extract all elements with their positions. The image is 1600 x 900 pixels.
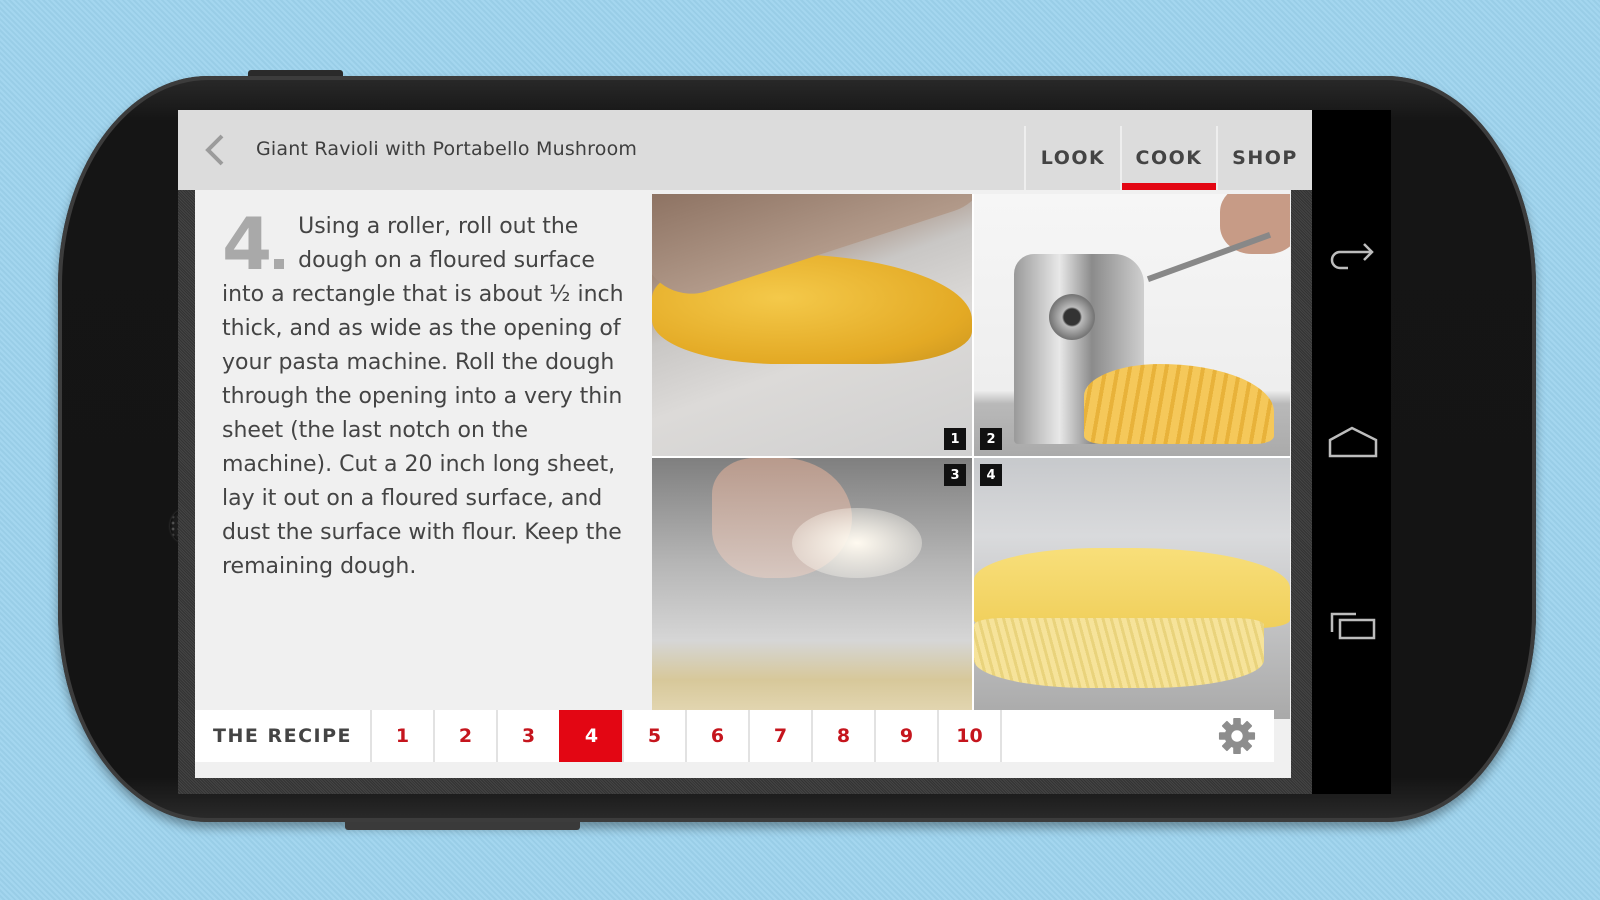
photo-grid: 1 2 3 4 xyxy=(652,194,1290,719)
step-button-1[interactable]: 1 xyxy=(370,710,433,762)
step-button-4[interactable]: 4 xyxy=(559,710,622,762)
step-instructions: 4 Using a roller, roll out the dough on … xyxy=(222,208,632,584)
photo-badge-3: 3 xyxy=(944,464,966,486)
step-number-digit: 4 xyxy=(222,202,273,286)
ruffled-pasta-shape xyxy=(974,618,1264,688)
tab-shop[interactable]: SHOP xyxy=(1216,126,1312,190)
recipe-app: Giant Ravioli with Portabello Mushroom L… xyxy=(178,110,1312,794)
step-button-5[interactable]: 5 xyxy=(622,710,685,762)
the-recipe-button[interactable]: THE RECIPE xyxy=(195,710,370,762)
step-button-3[interactable]: 3 xyxy=(496,710,559,762)
tab-look[interactable]: LOOK xyxy=(1024,126,1120,190)
step-button-9[interactable]: 9 xyxy=(874,710,937,762)
step-navigation-bar: THE RECIPE 1 2 3 4 5 6 7 8 9 10 xyxy=(195,710,1274,762)
pasta-sheet-shape xyxy=(1084,364,1274,444)
back-button[interactable] xyxy=(200,132,234,168)
tab-cook[interactable]: COOK xyxy=(1120,126,1216,190)
step-button-7[interactable]: 7 xyxy=(748,710,811,762)
step-button-2[interactable]: 2 xyxy=(433,710,496,762)
step-number-dot xyxy=(274,259,285,269)
home-icon[interactable] xyxy=(1326,422,1380,462)
step-photo-1[interactable]: 1 xyxy=(652,194,972,456)
step-button-6[interactable]: 6 xyxy=(685,710,748,762)
bottom-bar-spacer xyxy=(1000,710,1274,762)
step-photo-3[interactable]: 3 xyxy=(652,458,972,719)
step-photo-4[interactable]: 4 xyxy=(974,458,1290,719)
pasta-sheet-shape xyxy=(974,548,1290,628)
crank-handle-shape xyxy=(1146,231,1272,283)
gear-icon[interactable] xyxy=(1218,717,1256,755)
step-photo-2[interactable]: 2 xyxy=(974,194,1290,456)
phone-screen: Giant Ravioli with Portabello Mushroom L… xyxy=(178,110,1391,794)
recipe-title: Giant Ravioli with Portabello Mushroom xyxy=(256,138,638,160)
system-navigation-bar xyxy=(1312,110,1391,794)
flour-dust-shape xyxy=(792,508,922,578)
photo-badge-1: 1 xyxy=(944,428,966,450)
chevron-left-icon xyxy=(205,134,224,166)
step-number: 4 xyxy=(222,208,285,280)
photo-badge-2: 2 xyxy=(980,428,1002,450)
phone-volume-button xyxy=(345,822,580,830)
photo-badge-4: 4 xyxy=(980,464,1002,486)
tab-bar: LOOK COOK SHOP xyxy=(1024,126,1312,190)
step-content: 4 Using a roller, roll out the dough on … xyxy=(195,190,1291,778)
machine-wheel-shape xyxy=(1049,294,1095,340)
step-button-10[interactable]: 10 xyxy=(937,710,1000,762)
recent-apps-icon[interactable] xyxy=(1326,606,1380,646)
app-header: Giant Ravioli with Portabello Mushroom L… xyxy=(178,110,1312,190)
step-button-8[interactable]: 8 xyxy=(811,710,874,762)
back-icon[interactable] xyxy=(1326,238,1380,278)
